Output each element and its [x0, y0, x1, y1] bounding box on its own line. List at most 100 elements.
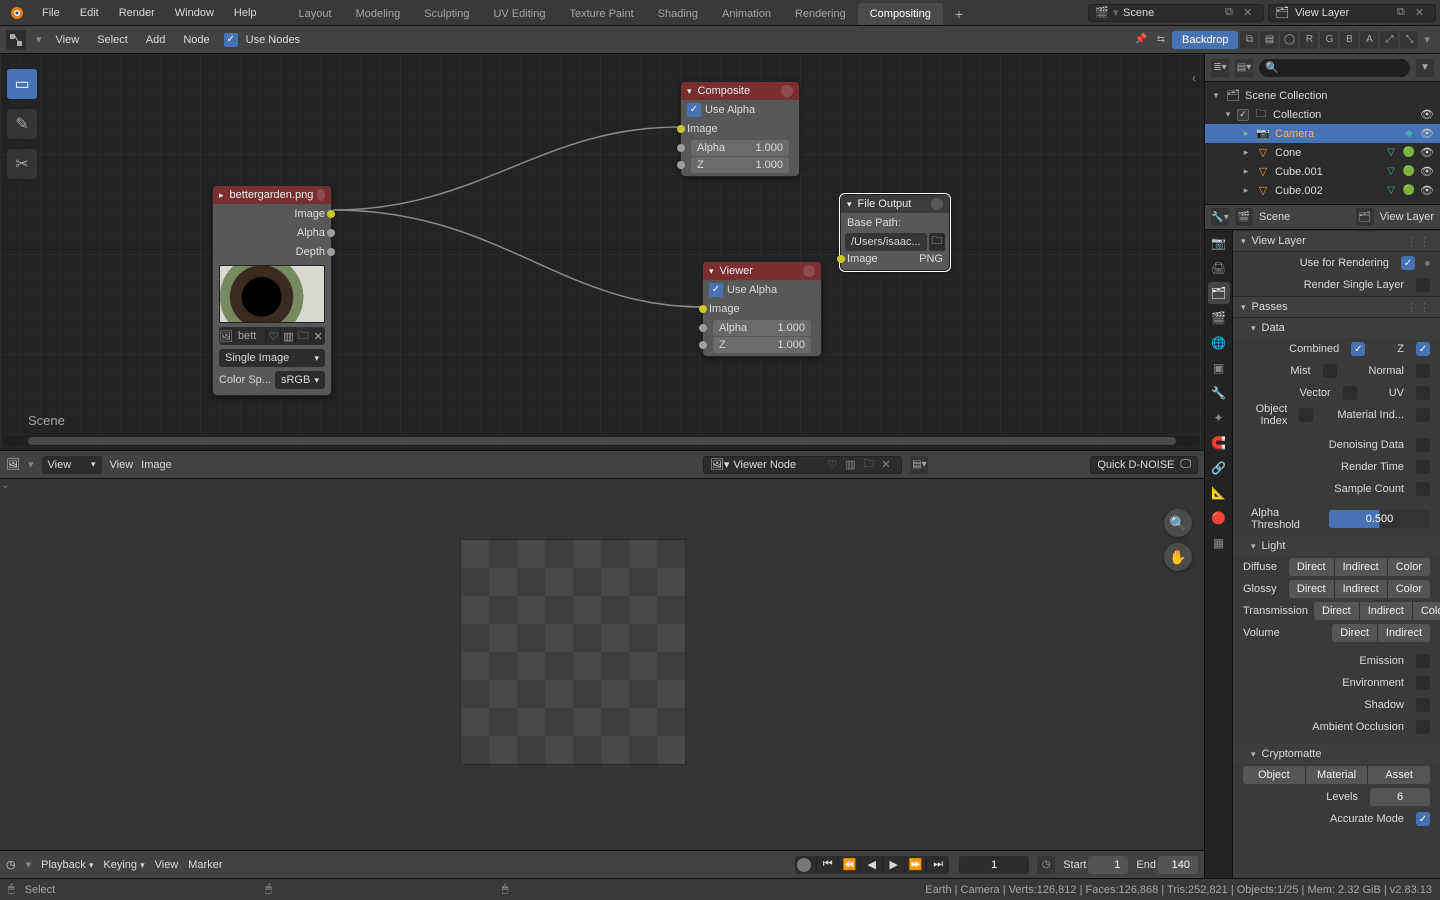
channel-g[interactable]: G — [1320, 31, 1338, 49]
channel-1[interactable]: ▤ — [1260, 31, 1278, 49]
outliner-item-cone[interactable]: ▸▽Cone▽🟢👁 — [1205, 143, 1440, 162]
scene-close-icon[interactable]: ✕ — [1243, 6, 1257, 19]
trans-direct[interactable]: Direct — [1314, 602, 1360, 620]
tab-texpaint[interactable]: Texture Paint — [557, 3, 645, 25]
scene-copy-icon[interactable]: ⧉ — [1225, 6, 1239, 19]
menu-file[interactable]: File — [32, 0, 70, 26]
tab-shading[interactable]: Shading — [646, 3, 710, 25]
use-nodes-checkbox[interactable] — [224, 33, 238, 47]
channel-0[interactable]: ⧉ — [1240, 31, 1258, 49]
use-for-rendering-chk[interactable] — [1401, 256, 1415, 270]
image-open-icon[interactable]: 🗀 — [296, 327, 311, 345]
jump-end-icon[interactable]: ⏭ — [927, 856, 949, 874]
scene-selector[interactable]: 🎬 ▾ ⧉ ✕ — [1088, 4, 1264, 22]
glossy-direct[interactable]: Direct — [1289, 580, 1335, 598]
scene-name-input[interactable] — [1121, 6, 1221, 20]
subpanel-crypto[interactable]: Cryptomatte — [1233, 744, 1440, 764]
pass-env-chk[interactable] — [1416, 676, 1430, 690]
image-name-field[interactable]: bett — [234, 327, 267, 345]
image-unlink-icon[interactable]: ✕ — [881, 458, 895, 471]
image-browse-icon[interactable]: 🖼 — [219, 327, 234, 345]
viewlayer-selector[interactable]: 🗂 ⧉ ✕ — [1268, 4, 1436, 22]
preview-dot-icon[interactable] — [803, 265, 815, 277]
tab-animation[interactable]: Animation — [710, 3, 783, 25]
alpha-threshold-slider[interactable]: 0.500 — [1329, 510, 1430, 528]
image-mode-select[interactable]: View▾ — [42, 456, 102, 474]
diffuse-direct[interactable]: Direct — [1289, 558, 1335, 576]
menu-help[interactable]: Help — [224, 0, 267, 26]
pass-denoise-chk[interactable] — [1416, 438, 1430, 452]
tab-modeling[interactable]: Modeling — [344, 3, 413, 25]
image-unlink-icon[interactable]: ✕ — [311, 327, 325, 345]
image-source-select[interactable]: Single Image▾ — [219, 349, 325, 367]
backdrop-button[interactable]: Backdrop — [1172, 31, 1238, 49]
tab-layout[interactable]: Layout — [287, 3, 344, 25]
preview-range-icon[interactable]: ◷ — [1037, 856, 1055, 874]
play-fwd-icon[interactable]: ▶ — [883, 856, 905, 874]
channel-2[interactable]: ◯ — [1280, 31, 1298, 49]
outliner-display-icon[interactable]: ▤▾ — [1235, 59, 1253, 77]
menu-window[interactable]: Window — [165, 0, 224, 26]
ptab-viewlayer[interactable]: 🗂 — [1208, 282, 1230, 304]
image-canvas[interactable]: › 🔍 ✋ — [0, 479, 1204, 850]
outliner-item-cube2[interactable]: ▸▽Cube.002▽🟢👁 — [1205, 181, 1440, 200]
vol-direct[interactable]: Direct — [1332, 624, 1378, 642]
image-editor-type-icon[interactable]: 🖼 — [6, 458, 20, 471]
img-menu-view[interactable]: View — [110, 459, 134, 471]
ptab-render[interactable]: 📷 — [1208, 232, 1230, 254]
outliner-item-cube1[interactable]: ▸▽Cube.001▽🟢👁 — [1205, 162, 1440, 181]
eye-icon[interactable]: 👁 — [1420, 108, 1434, 121]
trans-color[interactable]: Color — [1413, 602, 1440, 620]
crypto-asset[interactable]: Asset — [1368, 766, 1430, 784]
menu-render[interactable]: Render — [109, 0, 165, 26]
tl-playback[interactable]: Playback ▾ — [41, 859, 93, 871]
glossy-color[interactable]: Color — [1388, 580, 1430, 598]
mat-icon[interactable]: 🟢 — [1402, 147, 1416, 158]
img-menu-image[interactable]: Image — [141, 459, 172, 471]
viewer-alpha-field[interactable]: Alpha1.000 — [713, 320, 811, 336]
image-fake-user-icon[interactable]: ♡ — [267, 327, 282, 345]
data-link-icon[interactable]: ▽ — [1384, 166, 1398, 177]
node-viewer-header[interactable]: Viewer — [703, 262, 821, 280]
image-datablock[interactable]: 🖼▾ Viewer Node ♡ ▥ 🗀 ✕ — [703, 456, 903, 474]
next-key-icon[interactable]: ⏩ — [905, 856, 927, 874]
pass-samplecnt-chk[interactable] — [1416, 482, 1430, 496]
eye-icon[interactable]: 👁 — [1420, 146, 1434, 159]
pass-rendertime-chk[interactable] — [1416, 460, 1430, 474]
colorspace-select[interactable]: sRGB▾ — [275, 371, 325, 389]
properties-body[interactable]: View Layer⋮⋮ Use for Rendering Render Si… — [1233, 230, 1440, 878]
image-new-icon[interactable]: ▥ — [281, 327, 296, 345]
node-image[interactable]: bettergarden.png Image Alpha Depth 🖼 bet… — [212, 185, 332, 396]
channel-a[interactable]: A — [1360, 31, 1378, 49]
node-file-output-header[interactable]: File Output — [841, 195, 949, 213]
mat-icon[interactable]: 🟢 — [1402, 185, 1416, 196]
node-image-header[interactable]: bettergarden.png — [213, 186, 331, 204]
subpanel-light[interactable]: Light — [1233, 536, 1440, 556]
outliner-tree[interactable]: ▾🗂Scene Collection ▾🗀Collection👁 ▸📷Camer… — [1205, 82, 1440, 204]
ptab-material[interactable]: 🔴 — [1208, 507, 1230, 529]
prev-key-icon[interactable]: ⏪ — [839, 856, 861, 874]
render-single-chk[interactable] — [1416, 278, 1430, 292]
pin-icon[interactable]: 📌 — [1132, 31, 1150, 49]
node-image-file-row[interactable]: 🖼 bett ♡ ▥ 🗀 ✕ — [219, 327, 325, 345]
ptab-scene[interactable]: 🎬 — [1208, 307, 1230, 329]
tab-sculpting[interactable]: Sculpting — [412, 3, 481, 25]
image-open-icon[interactable]: 🗀 — [863, 455, 877, 474]
end-frame-field[interactable]: 140 — [1158, 856, 1198, 874]
image-browse-icon[interactable]: 🖼▾ — [710, 458, 730, 471]
zoom-tool-icon[interactable]: 🔍 — [1164, 509, 1192, 537]
pan-tool-icon[interactable]: ✋ — [1164, 543, 1192, 571]
pass-z-chk[interactable] — [1416, 342, 1430, 356]
menu-view[interactable]: View — [52, 34, 84, 46]
outliner-filter-icon[interactable]: ▼ — [1416, 59, 1434, 77]
viewer-z-field[interactable]: Z1.000 — [713, 337, 811, 353]
pass-combined-chk[interactable] — [1351, 342, 1365, 356]
swap-icon[interactable]: ⇆ — [1152, 31, 1170, 49]
channel-b[interactable]: B — [1340, 31, 1358, 49]
pass-objidx-chk[interactable] — [1299, 408, 1313, 422]
tl-keying[interactable]: Keying ▾ — [103, 859, 144, 871]
node-h-scrollbar[interactable] — [4, 436, 1200, 446]
pass-ao-chk[interactable] — [1416, 720, 1430, 734]
tab-add[interactable]: + — [943, 3, 967, 25]
composite-z-field[interactable]: Z1.000 — [691, 157, 789, 173]
